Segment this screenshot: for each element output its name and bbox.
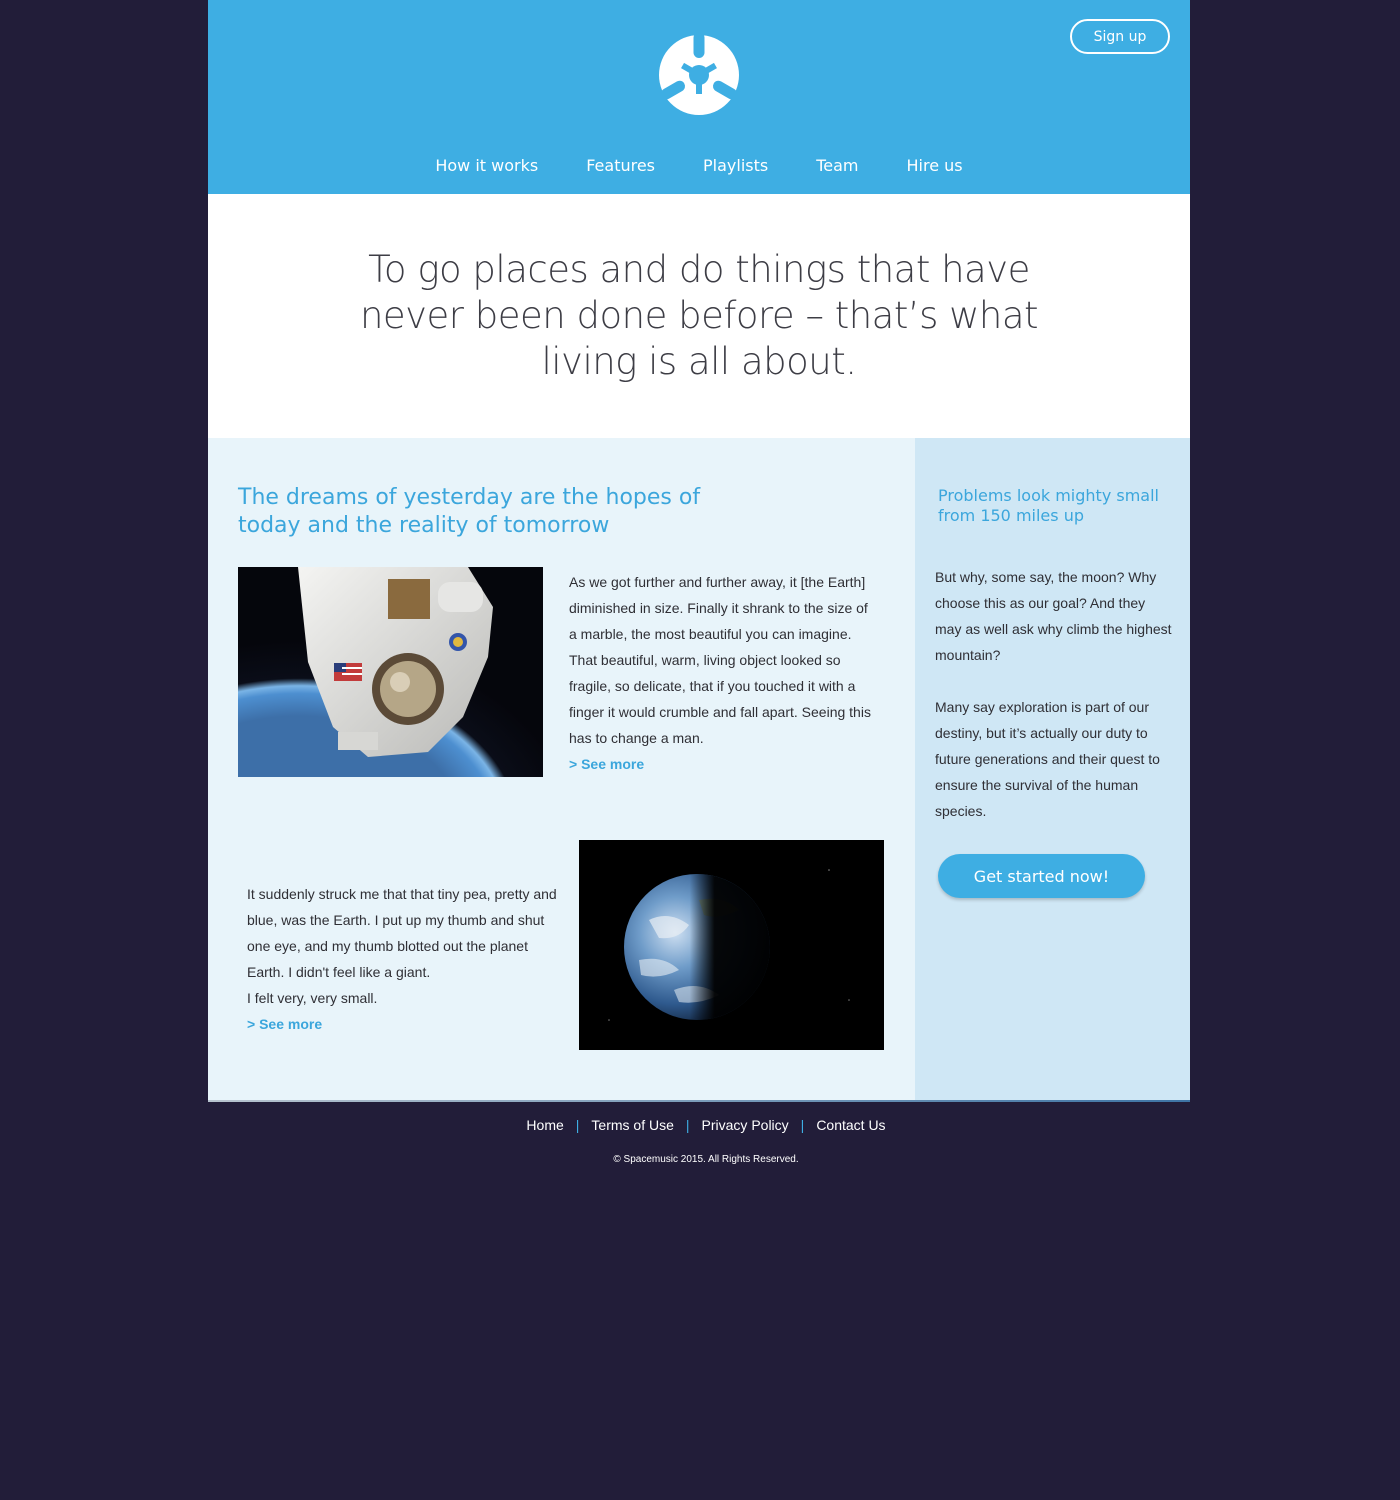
main-heading: The dreams of yesterday are the hopes of… <box>238 485 701 538</box>
article2-text: It suddenly struck me that that tiny pea… <box>247 881 557 1037</box>
footer-link-home[interactable]: Home <box>526 1117 563 1133</box>
nav-playlists[interactable]: Playlists <box>703 156 768 175</box>
sidebar-paragraph-1: But why, some say, the moon? Why choose … <box>935 569 1172 663</box>
main-column: The dreams of yesterday are the hopes of… <box>208 438 915 1100</box>
record-adapter-logo-icon[interactable] <box>658 34 740 116</box>
nav-team[interactable]: Team <box>816 156 858 175</box>
site-header: Sign up How it works Features Playlists … <box>208 0 1190 194</box>
copyright-text: © Spacemusic 2015. All Rights Reserved. <box>613 1154 799 1165</box>
footer-link-terms[interactable]: Terms of Use <box>591 1117 673 1133</box>
footer-separator: | <box>800 1117 805 1133</box>
nav-how-it-works[interactable]: How it works <box>435 156 538 175</box>
astronaut-photo <box>238 567 543 777</box>
main-nav: How it works Features Playlists Team Hir… <box>208 156 1190 175</box>
article2-body-line2: I felt very, very small. <box>247 990 378 1006</box>
nav-features[interactable]: Features <box>586 156 655 175</box>
sidebar-text: But why, some say, the moon? Why choose … <box>935 564 1175 824</box>
hero-quote-section: To go places and do things that have nev… <box>208 194 1190 438</box>
sidebar-heading: Problems look mighty small from 150 mile… <box>938 486 1159 525</box>
content-section: The dreams of yesterday are the hopes of… <box>208 438 1190 1100</box>
content-bottom-divider <box>208 1100 1190 1102</box>
footer-links: Home | Terms of Use | Privacy Policy | C… <box>0 1117 1400 1133</box>
page-container: Sign up How it works Features Playlists … <box>208 0 1190 1102</box>
hero-quote: To go places and do things that have nev… <box>359 248 1039 383</box>
article1-see-more-link[interactable]: > See more <box>569 751 879 777</box>
footer-link-privacy[interactable]: Privacy Policy <box>702 1117 789 1133</box>
sidebar-paragraph-2: Many say exploration is part of our dest… <box>935 699 1160 819</box>
footer-link-contact[interactable]: Contact Us <box>816 1117 885 1133</box>
article2-body: It suddenly struck me that that tiny pea… <box>247 886 557 980</box>
get-started-button[interactable]: Get started now! <box>938 854 1145 898</box>
article1-text: As we got further and further away, it [… <box>569 569 879 777</box>
nav-hire-us[interactable]: Hire us <box>907 156 963 175</box>
sidebar: Problems look mighty small from 150 mile… <box>915 438 1190 1100</box>
earth-photo <box>579 840 884 1050</box>
footer-separator: | <box>685 1117 690 1133</box>
article2-see-more-link[interactable]: > See more <box>247 1011 557 1037</box>
signup-button[interactable]: Sign up <box>1070 19 1170 54</box>
article1-body: As we got further and further away, it [… <box>569 574 871 746</box>
footer-separator: | <box>575 1117 580 1133</box>
